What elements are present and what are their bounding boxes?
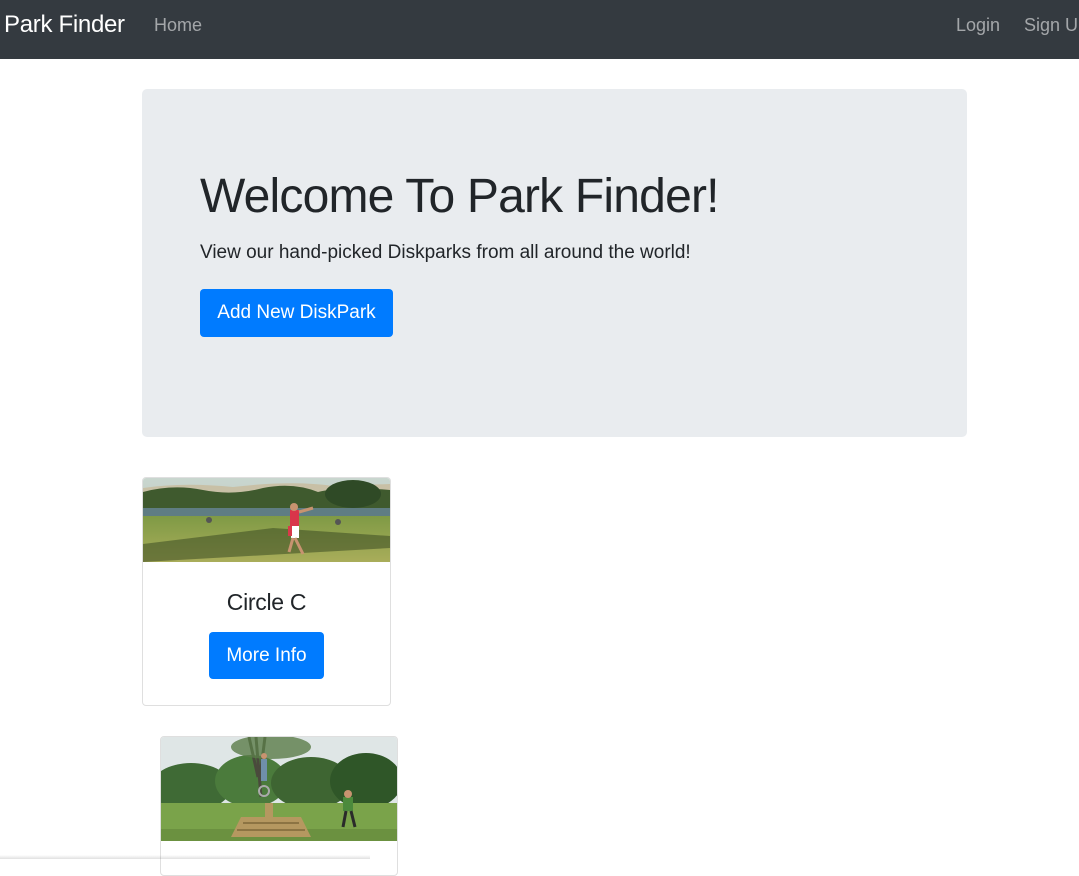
nav-signup-link[interactable]: Sign Up — [1024, 13, 1079, 37]
jumbotron: Welcome To Park Finder! View our hand-pi… — [142, 89, 967, 437]
page-lead: View our hand-picked Diskparks from all … — [200, 242, 691, 263]
nav-home-link[interactable]: Home — [154, 13, 202, 37]
more-info-button[interactable]: More Info — [209, 632, 324, 679]
park-image — [143, 478, 390, 562]
park-name: Circle C — [226, 589, 307, 615]
park-card: Circle C More Info — [142, 477, 391, 706]
page-title: Welcome To Park Finder! — [200, 170, 720, 223]
brand-link[interactable]: Park Finder — [4, 10, 125, 40]
bottom-shadow — [0, 855, 370, 859]
add-diskpark-button[interactable]: Add New DiskPark — [200, 289, 393, 337]
park-image — [161, 737, 397, 841]
nav-login-link[interactable]: Login — [956, 13, 1000, 37]
navbar: Park Finder Home Login Sign Up — [0, 0, 1079, 59]
